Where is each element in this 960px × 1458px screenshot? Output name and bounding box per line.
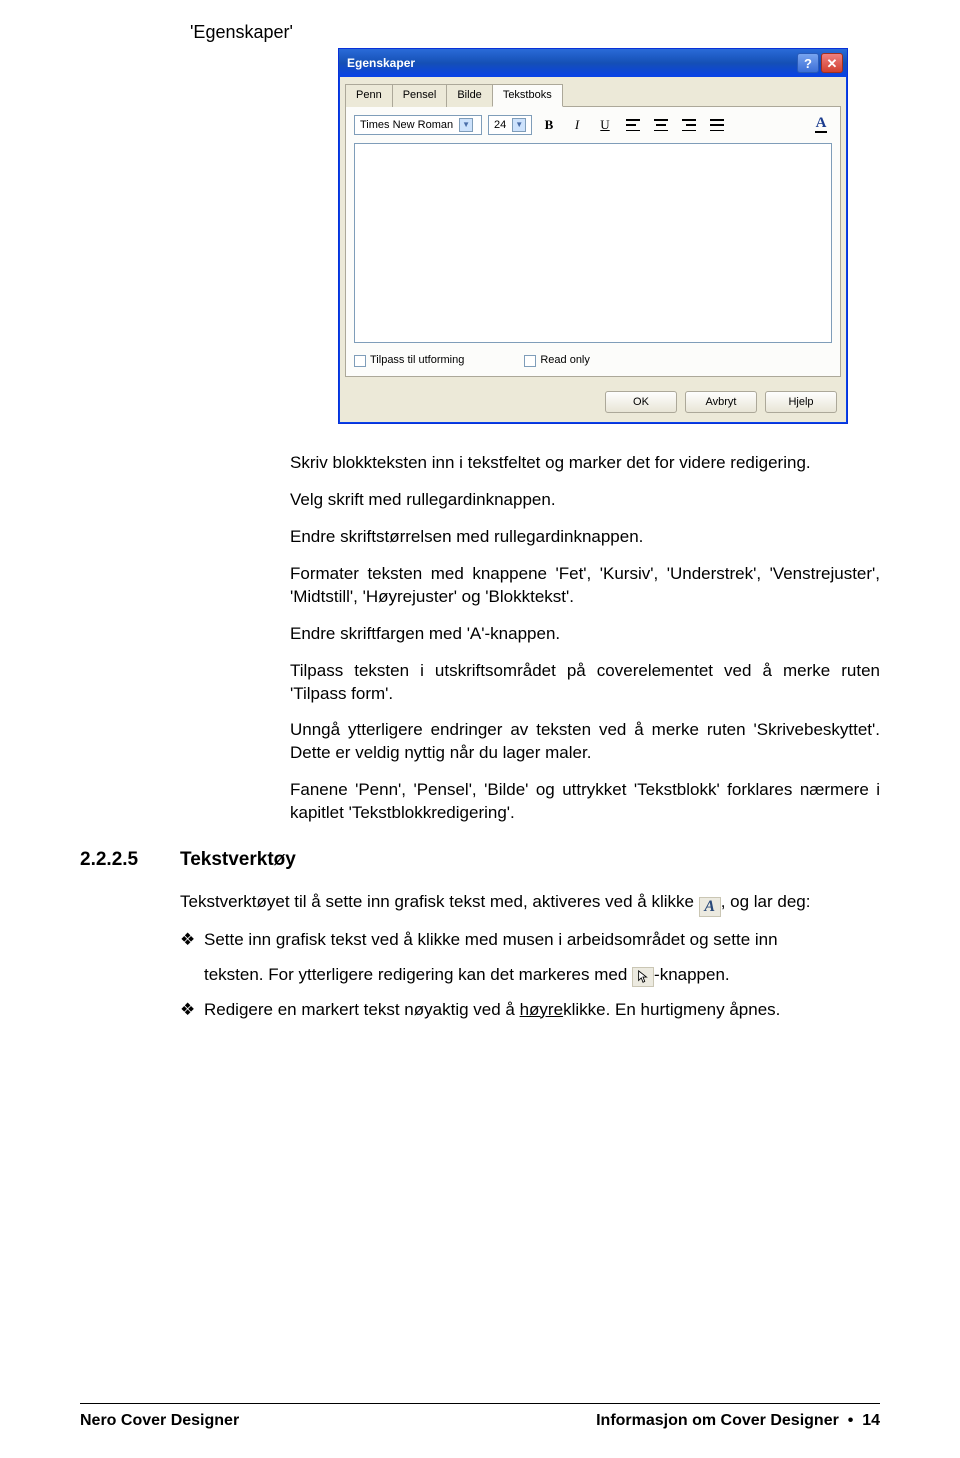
- bullet-text: Sette inn grafisk tekst ved å klikke med…: [204, 929, 950, 952]
- fit-to-layout-checkbox[interactable]: Tilpass til utforming: [354, 353, 464, 368]
- tab-strip: Penn Pensel Bilde Tekstboks: [339, 77, 847, 106]
- bullet-icon: ❖: [180, 929, 196, 952]
- paragraph: Velg skrift med rullegardinknappen.: [290, 489, 880, 512]
- italic-button[interactable]: I: [566, 115, 588, 135]
- align-center-button[interactable]: [650, 115, 672, 135]
- align-right-button[interactable]: [678, 115, 700, 135]
- dialog-button-row: OK Avbryt Hjelp: [339, 383, 847, 423]
- tab-bilde[interactable]: Bilde: [446, 84, 492, 107]
- section-heading: 2.2.2.5 Tekstverktøy: [80, 847, 880, 873]
- titlebar: Egenskaper ? ✕: [339, 49, 847, 77]
- footer-left: Nero Cover Designer: [80, 1410, 239, 1432]
- bullet-text: Redigere en markert tekst nøyaktig ved å…: [204, 999, 950, 1022]
- align-left-button[interactable]: [622, 115, 644, 135]
- help-button[interactable]: ?: [797, 53, 819, 73]
- font-size-select[interactable]: 24 ▼: [488, 115, 532, 135]
- section-body: Tekstverktøyet til å sette inn grafisk t…: [180, 891, 950, 1022]
- bullet-icon: ❖: [180, 999, 196, 1022]
- bullet-item: ❖ Redigere en markert tekst nøyaktig ved…: [180, 999, 950, 1022]
- paragraph: Tekstverktøyet til å sette inn grafisk t…: [180, 891, 950, 917]
- chevron-down-icon: ▼: [512, 118, 526, 132]
- paragraph: teksten. For ytterligere redigering kan …: [204, 964, 950, 987]
- font-name-value: Times New Roman: [360, 118, 453, 133]
- checkbox-label: Read only: [540, 353, 590, 368]
- text-tool-icon: A: [699, 897, 721, 917]
- tab-penn[interactable]: Penn: [345, 84, 393, 107]
- tab-tekstboks[interactable]: Tekstboks: [492, 84, 563, 107]
- close-button[interactable]: ✕: [821, 53, 843, 73]
- checkbox-icon: [354, 355, 366, 367]
- figure-caption: 'Egenskaper': [190, 20, 880, 44]
- font-size-value: 24: [494, 118, 506, 133]
- paragraph: Endre skriftfargen med 'A'-knappen.: [290, 623, 880, 646]
- tab-panel: Times New Roman ▼ 24 ▼ B I U A: [345, 106, 841, 377]
- align-justify-button[interactable]: [706, 115, 728, 135]
- chevron-down-icon: ▼: [459, 118, 473, 132]
- section-title: Tekstverktøy: [180, 847, 296, 873]
- paragraph: Endre skriftstørrelsen med rullegardinkn…: [290, 526, 880, 549]
- font-color-button[interactable]: A: [810, 115, 832, 135]
- pointer-tool-icon: [632, 967, 654, 987]
- paragraph: Formater teksten med knappene 'Fet', 'Ku…: [290, 563, 880, 609]
- underline-button[interactable]: U: [594, 115, 616, 135]
- page-footer: Nero Cover Designer Informasjon om Cover…: [80, 1403, 880, 1432]
- paragraph: Skriv blokkteksten inn i tekstfeltet og …: [290, 452, 880, 475]
- properties-dialog: Egenskaper ? ✕ Penn Pensel Bilde Tekstbo…: [338, 48, 848, 424]
- format-toolbar: Times New Roman ▼ 24 ▼ B I U A: [354, 115, 832, 135]
- help-button[interactable]: Hjelp: [765, 391, 837, 413]
- paragraph: Tilpass teksten i utskriftsområdet på co…: [290, 660, 880, 706]
- cancel-button[interactable]: Avbryt: [685, 391, 757, 413]
- text-input-area[interactable]: [354, 143, 832, 343]
- ok-button[interactable]: OK: [605, 391, 677, 413]
- checkbox-icon: [524, 355, 536, 367]
- font-name-select[interactable]: Times New Roman ▼: [354, 115, 482, 135]
- section-number: 2.2.2.5: [80, 847, 180, 873]
- bold-button[interactable]: B: [538, 115, 560, 135]
- dialog-title: Egenskaper: [347, 55, 795, 71]
- read-only-checkbox[interactable]: Read only: [524, 353, 590, 368]
- bullet-item: ❖ Sette inn grafisk tekst ved å klikke m…: [180, 929, 950, 952]
- footer-right: Informasjon om Cover Designer • 14: [596, 1410, 880, 1432]
- paragraph: Unngå ytterligere endringer av teksten v…: [290, 719, 880, 765]
- description-block: Skriv blokkteksten inn i tekstfeltet og …: [290, 452, 880, 825]
- tab-pensel[interactable]: Pensel: [392, 84, 448, 107]
- paragraph: Fanene 'Penn', 'Pensel', 'Bilde' og uttr…: [290, 779, 880, 825]
- checkbox-label: Tilpass til utforming: [370, 353, 464, 368]
